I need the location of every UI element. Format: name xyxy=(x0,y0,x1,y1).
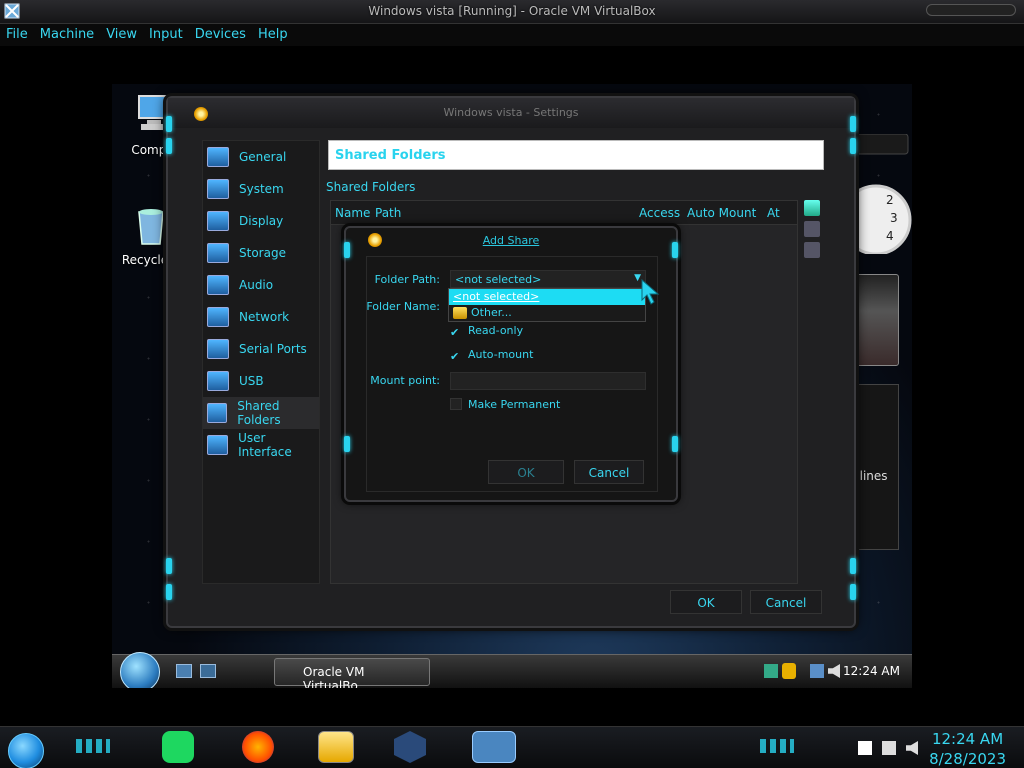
network-tray-icon[interactable] xyxy=(764,664,778,678)
mount-point-label: Mount point: xyxy=(370,374,440,387)
menu-help[interactable]: Help xyxy=(252,24,294,46)
svg-text:2: 2 xyxy=(886,193,894,207)
read-only-checkbox[interactable]: ✔ Read-only xyxy=(450,324,523,339)
usb-icon xyxy=(207,371,229,391)
vista-vm-taskbar-icon[interactable] xyxy=(472,731,516,763)
make-permanent-checkbox[interactable]: Make Permanent xyxy=(450,398,560,411)
folder-icon xyxy=(453,307,467,319)
general-icon xyxy=(207,147,229,167)
column-access[interactable]: Access xyxy=(635,201,683,224)
security-shield-icon[interactable] xyxy=(782,663,796,679)
display-icon xyxy=(207,211,229,231)
svg-text:3: 3 xyxy=(890,211,898,225)
menu-view[interactable]: View xyxy=(100,24,143,46)
guest-taskbar: Oracle VM VirtualBo... 12:24 AM xyxy=(112,652,912,688)
folder-path-dropdown-list: <not selected> Other... xyxy=(448,288,646,322)
add-share-dialog: Add Share Folder Path: <not selected> ▼ … xyxy=(344,226,678,502)
firefox-icon[interactable] xyxy=(242,731,274,763)
settings-title: Windows vista - Settings xyxy=(443,106,579,119)
add-share-ok-button[interactable]: OK xyxy=(488,460,564,484)
network-icon xyxy=(207,307,229,327)
dropdown-option-not-selected[interactable]: <not selected> xyxy=(449,289,645,305)
host-start-button[interactable] xyxy=(8,733,44,768)
news-gadget-text: dlines xyxy=(852,469,888,483)
settings-cancel-button[interactable]: Cancel xyxy=(750,590,822,614)
settings-ok-button[interactable]: OK xyxy=(670,590,742,614)
sidebar-item-display[interactable]: Display xyxy=(203,205,319,237)
shared-folders-icon xyxy=(207,403,228,423)
edit-share-icon[interactable] xyxy=(804,221,820,237)
host-clock[interactable]: 12:24 AM 8/28/2023 xyxy=(929,729,1006,768)
checkmark-icon: ✔ xyxy=(450,326,460,339)
switch-windows-icon[interactable] xyxy=(200,664,216,678)
file-explorer-icon[interactable] xyxy=(318,731,354,763)
svg-text:4: 4 xyxy=(886,229,894,243)
virtualbox-task-button[interactable]: Oracle VM VirtualBo... xyxy=(274,658,430,688)
add-share-cancel-button[interactable]: Cancel xyxy=(574,460,644,484)
folder-path-label: Folder Path: xyxy=(374,273,440,286)
dropdown-option-other[interactable]: Other... xyxy=(449,305,645,321)
sidebar-item-storage[interactable]: Storage xyxy=(203,237,319,269)
menu-devices[interactable]: Devices xyxy=(189,24,252,46)
folder-path-value: <not selected> xyxy=(455,273,542,286)
user-interface-icon xyxy=(207,435,229,455)
virtualbox-taskbar-icon[interactable] xyxy=(394,731,426,763)
spotify-icon[interactable] xyxy=(162,731,194,763)
folder-name-label: Folder Name: xyxy=(366,300,440,313)
column-name[interactable]: Name xyxy=(331,201,371,224)
shared-folders-toolbar xyxy=(804,200,824,263)
system-icon xyxy=(207,179,229,199)
host-clock-time: 12:24 AM xyxy=(931,730,1004,748)
menu-input[interactable]: Input xyxy=(143,24,189,46)
window-controls[interactable] xyxy=(926,4,1016,16)
mouse-cursor-icon xyxy=(641,278,660,305)
shared-folders-section-label: Shared Folders xyxy=(326,180,416,194)
sidebar-item-serial-ports[interactable]: Serial Ports xyxy=(203,333,319,365)
sidebar-item-user-interface[interactable]: User Interface xyxy=(203,429,319,461)
network-status-icon[interactable] xyxy=(810,664,824,678)
host-clock-date: 8/28/2023 xyxy=(929,750,1006,768)
auto-mount-checkbox[interactable]: ✔ Auto-mount xyxy=(450,348,533,363)
menu-file[interactable]: File xyxy=(0,24,34,46)
host-menu-bar: File Machine View Input Devices Help xyxy=(0,24,1024,46)
guest-clock[interactable]: 12:24 AM xyxy=(843,664,900,678)
checkmark-icon: ✔ xyxy=(450,350,460,363)
add-share-title: Add Share xyxy=(482,234,540,247)
column-path[interactable]: Path xyxy=(371,201,635,224)
storage-icon xyxy=(207,243,229,263)
sidebar-item-shared-folders[interactable]: Shared Folders xyxy=(203,397,319,429)
host-window-title: Windows vista [Running] - Oracle VM Virt… xyxy=(368,4,656,18)
volume-icon[interactable] xyxy=(828,664,840,678)
column-auto-mount[interactable]: Auto Mount xyxy=(683,201,763,224)
sidebar-item-network[interactable]: Network xyxy=(203,301,319,333)
volume-icon[interactable] xyxy=(906,741,918,755)
guest-start-button[interactable] xyxy=(120,652,160,688)
page-title: Shared Folders xyxy=(328,140,824,170)
folder-path-combobox[interactable]: <not selected> ▼ xyxy=(450,270,646,288)
flag-tray-icon[interactable] xyxy=(858,741,872,755)
settings-title-bar[interactable]: Windows vista - Settings xyxy=(168,98,854,128)
remove-share-icon[interactable] xyxy=(804,242,820,258)
network-tray-icon[interactable] xyxy=(882,741,896,755)
host-taskbar: 12:24 AM 8/28/2023 xyxy=(0,726,1024,768)
column-at[interactable]: At xyxy=(763,201,793,224)
menu-machine[interactable]: Machine xyxy=(34,24,100,46)
sidebar-item-usb[interactable]: USB xyxy=(203,365,319,397)
sidebar-item-audio[interactable]: Audio xyxy=(203,269,319,301)
serial-ports-icon xyxy=(207,339,229,359)
audio-icon xyxy=(207,275,229,295)
settings-sidebar: General System Display Storage Audio Net… xyxy=(202,140,320,584)
show-desktop-icon[interactable] xyxy=(176,664,192,678)
sidebar-item-general[interactable]: General xyxy=(203,141,319,173)
host-title-bar: Windows vista [Running] - Oracle VM Virt… xyxy=(0,0,1024,24)
table-header: Name Path Access Auto Mount At xyxy=(331,201,797,225)
sidebar-item-system[interactable]: System xyxy=(203,173,319,205)
mount-point-input[interactable] xyxy=(450,372,646,390)
task-button-label: Oracle VM VirtualBo... xyxy=(303,665,370,688)
add-share-icon[interactable] xyxy=(804,200,820,216)
